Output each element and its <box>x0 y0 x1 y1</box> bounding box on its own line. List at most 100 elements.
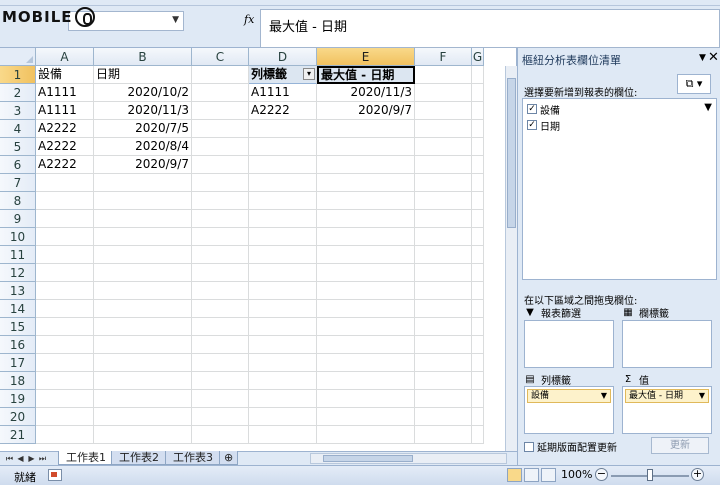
grid-cell[interactable]: A2222 <box>36 156 94 174</box>
grid-cell[interactable]: 日期 <box>94 66 192 84</box>
chevron-down-icon[interactable]: ▼ <box>172 15 179 25</box>
grid-cell[interactable]: 2020/11/3 <box>317 84 415 102</box>
grid-cell[interactable]: A1111 <box>36 102 94 120</box>
grid-cell[interactable] <box>317 282 415 300</box>
normal-view-icon[interactable] <box>507 468 522 482</box>
row-header[interactable]: 13 <box>0 282 36 300</box>
grid-cell[interactable] <box>415 102 472 120</box>
grid-cell[interactable] <box>472 372 484 390</box>
zoom-out-icon[interactable]: − <box>595 468 608 481</box>
grid-cell[interactable] <box>472 246 484 264</box>
grid-cell[interactable] <box>317 336 415 354</box>
function-icon[interactable]: fx <box>244 13 254 26</box>
row-header[interactable]: 21 <box>0 426 36 444</box>
page-layout-view-icon[interactable] <box>524 468 539 482</box>
grid-cell[interactable] <box>249 264 317 282</box>
grid-cell[interactable] <box>249 192 317 210</box>
grid-cell[interactable]: 列標籤 ▾ <box>249 66 317 84</box>
grid-cell[interactable]: A1111 <box>36 84 94 102</box>
grid-cell[interactable] <box>36 354 94 372</box>
grid-cell[interactable] <box>249 372 317 390</box>
grid-cell[interactable] <box>472 156 484 174</box>
grid-cell[interactable] <box>317 246 415 264</box>
row-header[interactable]: 12 <box>0 264 36 282</box>
grid-cell[interactable] <box>94 192 192 210</box>
grid-cell[interactable] <box>415 282 472 300</box>
column-header[interactable]: E <box>317 48 415 66</box>
zoom-level[interactable]: 100% <box>561 468 592 481</box>
grid-cell[interactable]: 最大值 - 日期 <box>317 66 415 84</box>
grid-cell[interactable]: 2020/9/7 <box>317 102 415 120</box>
grid-cell[interactable] <box>415 372 472 390</box>
scroll-thumb[interactable] <box>507 78 516 228</box>
grid-cell[interactable] <box>94 426 192 444</box>
grid-cell[interactable] <box>472 84 484 102</box>
checkbox[interactable] <box>524 441 534 452</box>
row-header[interactable]: 3 <box>0 102 36 120</box>
chevron-down-icon[interactable]: ▼ <box>601 390 607 402</box>
value-field-chip[interactable]: 最大值 - 日期 ▼ <box>625 389 709 403</box>
grid-cell[interactable] <box>415 336 472 354</box>
grid-cell[interactable]: 2020/10/2 <box>94 84 192 102</box>
grid-cell[interactable] <box>94 246 192 264</box>
grid-cell[interactable] <box>415 426 472 444</box>
grid-cell[interactable] <box>192 336 249 354</box>
layout-options-button[interactable]: ⧉ ▾ <box>677 74 711 94</box>
grid-cell[interactable] <box>192 300 249 318</box>
row-header[interactable]: 7 <box>0 174 36 192</box>
grid-cell[interactable]: 2020/9/7 <box>94 156 192 174</box>
row-header[interactable]: 5 <box>0 138 36 156</box>
grid-cell[interactable] <box>317 138 415 156</box>
grid-cell[interactable] <box>415 390 472 408</box>
grid-cell[interactable] <box>249 282 317 300</box>
grid-cell[interactable] <box>472 138 484 156</box>
row-field-chip[interactable]: 設備 ▼ <box>527 389 611 403</box>
grid-cell[interactable] <box>36 210 94 228</box>
column-header[interactable]: C <box>192 48 249 66</box>
grid-cell[interactable] <box>472 390 484 408</box>
tab-sheet2[interactable]: 工作表2 <box>111 451 167 465</box>
defer-update-row[interactable]: 延期版面配置更新 <box>524 439 617 454</box>
column-header[interactable]: F <box>415 48 472 66</box>
grid-cell[interactable] <box>472 354 484 372</box>
grid-cell[interactable] <box>317 426 415 444</box>
grid-cell[interactable] <box>472 66 484 84</box>
grid-cell[interactable] <box>249 174 317 192</box>
grid-cell[interactable] <box>415 192 472 210</box>
grid-cell[interactable] <box>415 300 472 318</box>
grid-cell[interactable] <box>472 120 484 138</box>
grid-cell[interactable] <box>472 264 484 282</box>
chevron-down-icon[interactable]: ▼ <box>699 390 705 402</box>
grid-cell[interactable] <box>317 408 415 426</box>
grid-cell[interactable] <box>472 174 484 192</box>
grid-cell[interactable] <box>472 300 484 318</box>
zoom-in-icon[interactable]: + <box>691 468 704 481</box>
grid-cell[interactable]: 2020/11/3 <box>94 102 192 120</box>
grid-cell[interactable] <box>36 282 94 300</box>
grid-cell[interactable] <box>192 282 249 300</box>
grid-cell[interactable] <box>94 210 192 228</box>
first-sheet-icon[interactable]: ⏮ <box>4 452 15 465</box>
grid-cell[interactable] <box>192 390 249 408</box>
tab-sheet3[interactable]: 工作表3 <box>165 451 221 465</box>
grid-cell[interactable] <box>249 300 317 318</box>
formula-input[interactable]: 最大值 - 日期 <box>260 9 720 48</box>
grid-cell[interactable] <box>317 228 415 246</box>
grid-cell[interactable] <box>317 372 415 390</box>
grid-cell[interactable] <box>472 102 484 120</box>
grid-cell[interactable]: 2020/8/4 <box>94 138 192 156</box>
row-header[interactable]: 8 <box>0 192 36 210</box>
grid-cell[interactable] <box>36 390 94 408</box>
grid-cell[interactable] <box>36 192 94 210</box>
close-icon[interactable]: ✕ <box>708 50 719 65</box>
column-header[interactable]: G <box>472 48 484 66</box>
zoom-slider-thumb[interactable] <box>647 469 653 481</box>
grid-cell[interactable] <box>317 174 415 192</box>
grid-cell[interactable] <box>192 408 249 426</box>
grid-cell[interactable] <box>472 282 484 300</box>
spreadsheet-grid[interactable]: ABCDEFG 1 2 3 4 5 6 7 8 9 10 11 12 13 14 15 16 17 18 19 20 2… <box>0 48 517 451</box>
grid-cell[interactable] <box>94 264 192 282</box>
grid-cell[interactable] <box>36 264 94 282</box>
grid-cell[interactable] <box>192 102 249 120</box>
grid-cell[interactable] <box>415 120 472 138</box>
